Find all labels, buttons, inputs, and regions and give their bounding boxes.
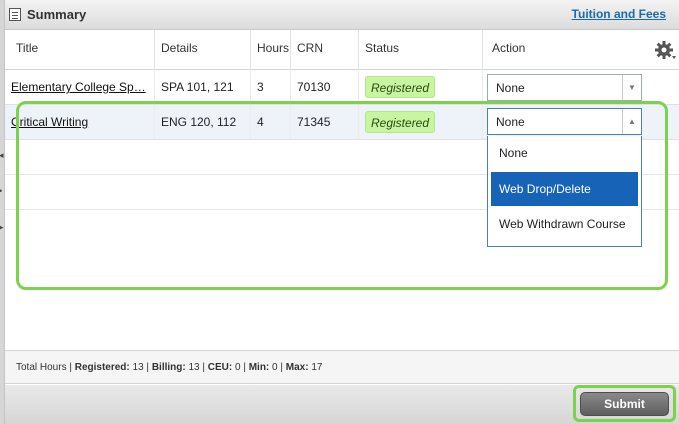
submit-button[interactable]: Submit — [580, 392, 669, 416]
status-cell: Registered — [359, 105, 483, 139]
column-header-hours[interactable]: Hours — [251, 30, 291, 70]
action-select[interactable]: None ▼ — [487, 74, 642, 101]
crn-cell: 71345 — [291, 105, 359, 139]
column-header-title[interactable]: Title — [5, 30, 155, 70]
details-cell: SPA 101, 121 — [155, 70, 251, 104]
panel-title: Summary — [27, 7, 87, 22]
column-header-status[interactable]: Status — [359, 30, 483, 70]
hours-cell: 3 — [251, 70, 291, 104]
total-hours-label: Total Hours | — [16, 362, 72, 373]
title-cell: Critical Writing — [5, 105, 155, 139]
ceu-value: 0 — [235, 362, 241, 373]
column-header-action[interactable]: Action — [483, 30, 679, 70]
bullet-icon: • — [0, 186, 2, 196]
title-cell: Elementary College Sp… — [5, 70, 155, 104]
summary-list-icon — [9, 8, 21, 21]
status-badge: Registered — [365, 76, 436, 98]
gear-icon[interactable] — [653, 38, 677, 62]
expand-arrow-icon[interactable]: ◂ — [0, 150, 4, 161]
action-select-value: None — [496, 81, 525, 95]
registered-value: 13 — [132, 362, 144, 373]
course-title-link[interactable]: Elementary College Sp… — [11, 80, 146, 94]
action-dropdown-list[interactable]: None Web Drop/Delete Web Withdrawn Cours… — [487, 136, 642, 247]
dropdown-option-web-withdrawn-course[interactable]: Web Withdrawn Course — [491, 207, 638, 241]
table-row[interactable]: Elementary College Sp… SPA 101, 121 3 70… — [5, 70, 679, 105]
ceu-label: CEU: — [207, 362, 233, 373]
bottom-action-bar: Submit — [5, 385, 679, 424]
dropdown-option-none[interactable]: None — [491, 136, 638, 170]
status-badge: Registered — [365, 111, 436, 133]
total-hours-footer: Total Hours | Registered: 13 | Billing: … — [5, 350, 679, 384]
chevron-up-icon[interactable]: ▲ — [622, 109, 641, 134]
min-label: Min: — [248, 362, 270, 373]
grid-header: Title Details Hours CRN Status Action — [5, 30, 679, 70]
panel-header: Summary Tuition and Fees — [5, 0, 679, 30]
table-row[interactable]: Critical Writing ENG 120, 112 4 71345 Re… — [5, 105, 679, 140]
crn-cell: 70130 — [291, 70, 359, 104]
min-value: 0 — [272, 362, 278, 373]
chevron-down-icon[interactable]: ▼ — [622, 75, 641, 100]
details-cell: ENG 120, 112 — [155, 105, 251, 139]
max-value: 17 — [311, 362, 323, 373]
tuition-and-fees-link[interactable]: Tuition and Fees — [572, 7, 666, 21]
billing-label: Billing: — [151, 362, 186, 373]
hours-cell: 4 — [251, 105, 291, 139]
action-select-open[interactable]: None ▲ — [487, 108, 642, 135]
column-header-details[interactable]: Details — [155, 30, 251, 70]
expand-arrow-icon[interactable]: ▸ — [0, 222, 4, 233]
column-header-crn[interactable]: CRN — [291, 30, 359, 70]
status-cell: Registered — [359, 70, 483, 104]
max-label: Max: — [285, 362, 309, 373]
course-title-link[interactable]: Critical Writing — [11, 115, 88, 129]
submit-highlight-box: Submit — [573, 385, 676, 422]
summary-panel: Summary Tuition and Fees Title Details H… — [5, 0, 679, 424]
billing-value: 13 — [188, 362, 200, 373]
dropdown-option-web-drop-delete[interactable]: Web Drop/Delete — [491, 172, 638, 206]
action-select-value: None — [496, 115, 525, 129]
registered-label: Registered: — [74, 362, 130, 373]
